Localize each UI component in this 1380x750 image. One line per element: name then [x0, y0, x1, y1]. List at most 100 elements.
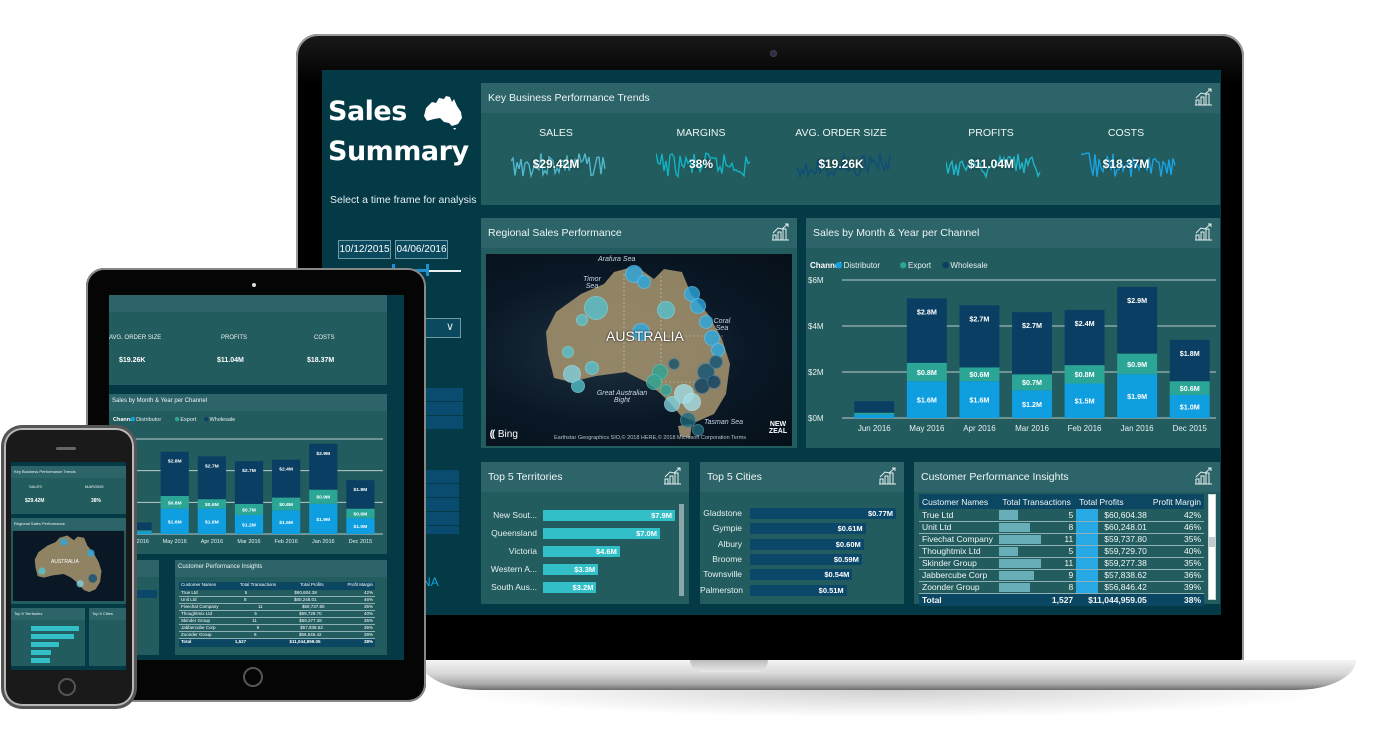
tablet-table-row[interactable]: Skinder Group 11 $59,277.38 35%: [179, 618, 375, 625]
customer-margin: 46%: [1149, 521, 1204, 534]
map-bubble[interactable]: [576, 314, 588, 326]
table-scrollbar[interactable]: [1208, 494, 1216, 600]
tablet-table-row[interactable]: Jabbercube Corp 9 $57,838.62 36%: [179, 625, 375, 632]
tablet-cell: Jabbercube Corp: [181, 625, 216, 630]
territory-bar[interactable]: $4.6M: [543, 546, 620, 557]
phone-kpi-label: SALES: [29, 484, 42, 489]
regional-panel-header: Regional Sales Performance: [481, 218, 797, 248]
map-bubble[interactable]: [657, 301, 675, 319]
territory-bar[interactable]: $3.3M: [543, 564, 599, 575]
map-bubble[interactable]: [585, 361, 599, 375]
kpi-value: $18.37M: [1102, 157, 1150, 171]
customer-transactions: 8: [999, 521, 1077, 534]
x-tick-label: Feb 2016: [275, 539, 298, 545]
territories-scrollbar[interactable]: [679, 504, 684, 596]
tablet-home-button[interactable]: [243, 667, 263, 687]
analytics-chart-icon[interactable]: [663, 466, 683, 486]
table-row[interactable]: Zoonder Group 8 $56,846.42 39%: [919, 581, 1204, 594]
phone-territories-panel: Top 5 Territories: [11, 608, 85, 666]
analytics-chart-icon[interactable]: [1194, 466, 1214, 486]
phone-cities-header: Top 5 Cities: [89, 608, 126, 620]
analytics-chart-icon[interactable]: [1194, 222, 1214, 242]
table-row[interactable]: True Ltd 5 $60,604.38 42%: [919, 509, 1204, 522]
kpi-card[interactable]: COSTS $18.37M: [1056, 123, 1196, 193]
tablet-column-header[interactable]: Profit Margin: [347, 582, 373, 590]
data-label: $2.7M: [205, 463, 219, 469]
map-bubble[interactable]: [562, 346, 574, 358]
city-bar[interactable]: $0.59M: [750, 553, 862, 565]
tablet-table-total: Total 1,527 $11,044,959.05 38%: [179, 639, 375, 647]
territory-bar[interactable]: $7.9M: [543, 510, 675, 521]
map-bubble[interactable]: [571, 379, 585, 393]
data-label: $1.8M: [1180, 349, 1200, 358]
map-bubble[interactable]: [660, 384, 672, 396]
data-label: $2.8M: [168, 459, 182, 465]
customer-profits: $60,248.01: [1076, 521, 1150, 534]
map-bubble[interactable]: [707, 375, 721, 389]
data-label: $2.9M: [1127, 296, 1147, 305]
territory-bar[interactable]: $3.2M: [543, 582, 597, 593]
tablet-cell: $59,737.80: [302, 604, 325, 609]
column-header-sorted[interactable]: Total Profits: [1076, 494, 1150, 509]
column-header[interactable]: Total Transactions: [999, 494, 1077, 509]
tablet-column-header[interactable]: Total Transactions: [240, 582, 276, 590]
data-label: $1.6M: [168, 519, 182, 525]
slider-end-handle[interactable]: [426, 264, 429, 276]
territory-label: South Aus...: [491, 582, 537, 592]
phone-home-button[interactable]: [58, 678, 76, 696]
tablet-table-row[interactable]: Thoughtmix Ltd 5 $59,729.70 40%: [179, 611, 375, 618]
data-label: $0.8M: [168, 500, 182, 506]
table-row[interactable]: Fivechat Company 11 $59,737.80 35%: [919, 533, 1204, 546]
tablet-table-row[interactable]: Unit Ltd 8 $60,248.01 46%: [179, 597, 375, 604]
end-date-input[interactable]: 04/06/2016: [395, 240, 448, 259]
tablet-column-header[interactable]: Total Profits: [300, 582, 324, 590]
column-header[interactable]: Customer Names: [919, 494, 1000, 509]
map-bubble[interactable]: [584, 296, 608, 320]
australia-map[interactable]: Arafura Sea Timor Sea Coral Sea Great Au…: [486, 254, 792, 446]
data-label: $0.9M: [1127, 360, 1147, 369]
table-row[interactable]: Thoughtmix Ltd 5 $59,729.70 40%: [919, 545, 1204, 558]
table-row[interactable]: Jabbercube Corp 9 $57,838.62 36%: [919, 569, 1204, 582]
customer-transactions-text: 5: [1068, 546, 1074, 556]
tablet-table-row[interactable]: Fivechat Company 11 $59,737.80 35%: [179, 604, 375, 611]
territory-value: $4.6M: [596, 547, 617, 556]
city-bar[interactable]: $0.60M: [750, 538, 864, 550]
customer-transactions: 11: [999, 557, 1077, 570]
x-tick-label: Dec 2015: [349, 539, 373, 545]
map-bubble[interactable]: [690, 298, 706, 314]
analytics-chart-icon[interactable]: [1194, 87, 1214, 107]
map-bubble[interactable]: [637, 275, 651, 289]
city-bar[interactable]: $0.54M: [750, 569, 853, 581]
kpi-card[interactable]: MARGINS 38%: [631, 123, 771, 193]
cities-panel-title: Top 5 Cities: [707, 471, 762, 483]
scrollbar-thumb[interactable]: [1209, 537, 1215, 547]
table-row[interactable]: Unit Ltd 8 $60,248.01 46%: [919, 521, 1204, 534]
customer-margin-text: 35%: [1183, 534, 1201, 544]
territory-bar[interactable]: $7.0M: [543, 528, 660, 539]
map-bubble[interactable]: [683, 393, 701, 411]
tablet-column-header[interactable]: Customer Names: [181, 582, 216, 590]
tablet-table-row[interactable]: True Ltd 5 $60,604.38 42%: [179, 590, 375, 597]
kpi-card[interactable]: SALES $29.42M: [486, 123, 626, 193]
legend-marker: [130, 416, 135, 422]
city-bar[interactable]: $0.51M: [750, 584, 847, 596]
phone-territory-bar: [31, 650, 52, 655]
kpi-panel-header: Key Business Performance Trends: [481, 83, 1220, 113]
kpi-card[interactable]: PROFITS $11.04M: [921, 123, 1061, 193]
phone-map[interactable]: AUSTRALIA: [13, 531, 124, 601]
start-date-input[interactable]: 10/12/2015: [338, 240, 391, 259]
analytics-chart-icon[interactable]: [771, 222, 791, 242]
city-bar[interactable]: $0.77M: [750, 508, 896, 519]
table-row[interactable]: Skinder Group 11 $59,277.38 35%: [919, 557, 1204, 570]
map-bubble[interactable]: [664, 396, 680, 412]
map-bubble[interactable]: [709, 355, 723, 369]
tablet-table-row[interactable]: Zoonder Group 8 $56,846.42 39%: [179, 632, 375, 639]
map-bubble[interactable]: [668, 358, 680, 370]
bar-segment-wholesale: [272, 459, 301, 498]
kpi-card[interactable]: AVG. ORDER SIZE $19.26K: [771, 123, 911, 193]
analytics-chart-icon[interactable]: [878, 466, 898, 486]
column-header[interactable]: Profit Margin: [1149, 494, 1204, 509]
territory-value: $7.9M: [651, 511, 672, 520]
customer-margin-text: 46%: [1183, 522, 1201, 532]
city-bar[interactable]: $0.61M: [750, 523, 866, 535]
